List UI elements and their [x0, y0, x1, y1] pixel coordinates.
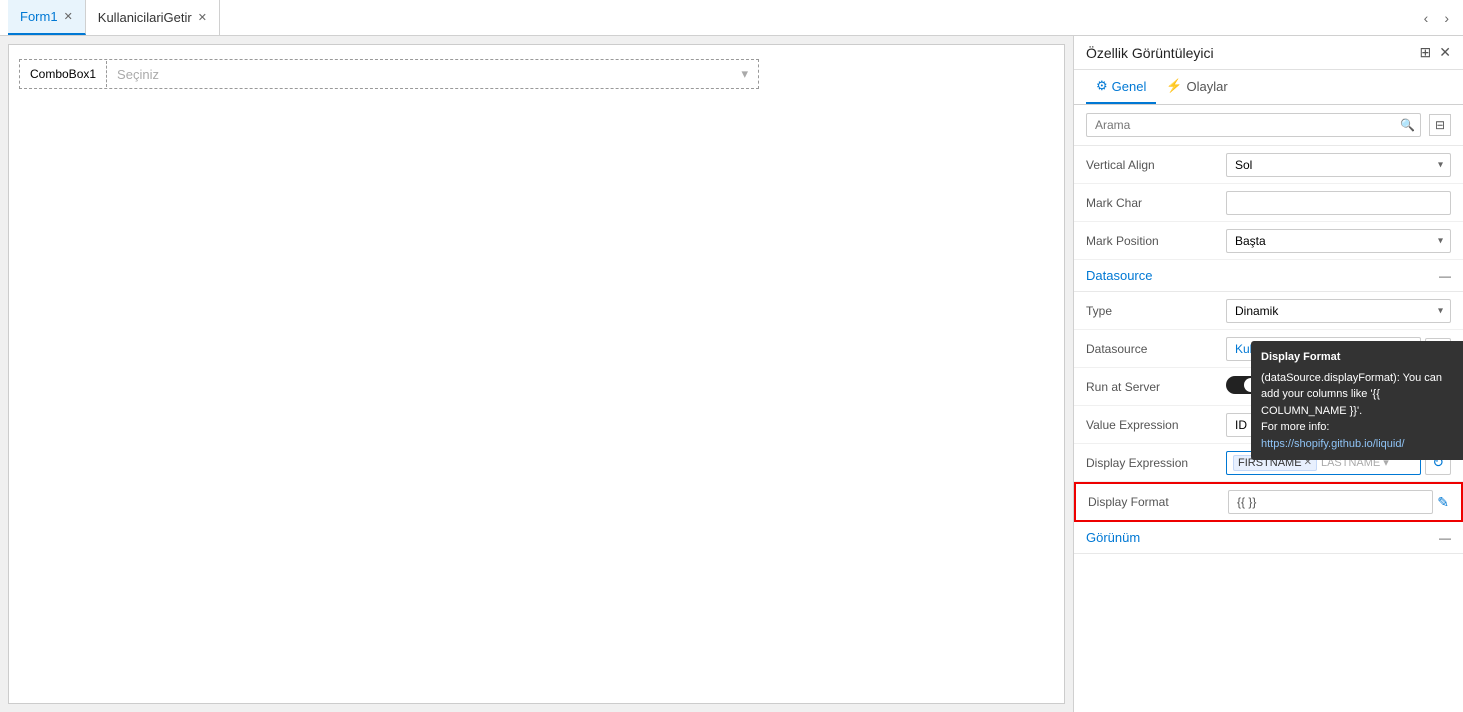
datasource-section-title: Datasource [1086, 268, 1152, 283]
tab-olaylar-label: Olaylar [1187, 79, 1228, 94]
mark-position-select[interactable]: Başta Sonda [1226, 229, 1451, 253]
olaylar-icon: ⚡ [1166, 78, 1182, 94]
display-format-row: Display Format {{ }} ✎ Display Format (d… [1074, 482, 1463, 522]
tab-genel[interactable]: ⚙ Genel [1086, 70, 1156, 104]
display-format-edit-button[interactable]: ✎ [1437, 494, 1449, 511]
mark-char-input[interactable] [1226, 191, 1451, 215]
tooltip-link: https://shopify.github.io/liquid/ [1261, 436, 1461, 453]
genel-icon: ⚙ [1096, 78, 1108, 94]
props-header-icons: ⊞ ✕ [1420, 44, 1451, 61]
layout-toggle-button[interactable]: ⊟ [1429, 114, 1451, 136]
prop-label-display-format: Display Format [1088, 495, 1228, 509]
display-format-value[interactable]: {{ }} [1228, 490, 1433, 514]
props-panel: Özellik Görüntüleyici ⊞ ✕ ⚙ Genel ⚡ Olay… [1073, 36, 1463, 712]
combobox-placeholder: Seçiniz [117, 67, 159, 82]
prop-label-value-expression: Value Expression [1086, 418, 1226, 432]
props-content: Vertical Align Sol Orta Sağ ▾ Mark Char [1074, 146, 1463, 712]
tab-kullanicilar[interactable]: KullanicilariGetir ✕ [86, 0, 220, 35]
props-tabs: ⚙ Genel ⚡ Olaylar [1074, 70, 1463, 105]
prop-label-display-expression: Display Expression [1086, 456, 1226, 470]
combobox-arrow-icon: ▾ [741, 66, 748, 82]
prop-label-vertical-align: Vertical Align [1086, 158, 1226, 172]
close-icon[interactable]: ✕ [1439, 44, 1451, 61]
tab-kullanicilar-label: KullanicilariGetir [98, 10, 192, 25]
prop-row-mark-char: Mark Char [1074, 184, 1463, 222]
canvas-inner: ComboBox1 Seçiniz ▾ [9, 45, 1064, 99]
prop-row-vertical-align: Vertical Align Sol Orta Sağ ▾ [1074, 146, 1463, 184]
tab-form1[interactable]: Form1 ✕ [8, 0, 86, 35]
tab-olaylar[interactable]: ⚡ Olaylar [1156, 70, 1237, 104]
combobox-input[interactable]: Seçiniz ▾ [107, 60, 758, 88]
search-icon: 🔍 [1400, 118, 1415, 132]
vertical-align-wrapper: Sol Orta Sağ ▾ [1226, 153, 1451, 177]
prop-label-mark-char: Mark Char [1086, 196, 1226, 210]
search-row: 🔍 ⊟ [1074, 105, 1463, 146]
tab-form1-label: Form1 [20, 9, 58, 24]
prop-label-mark-position: Mark Position [1086, 234, 1226, 248]
tab-bar: Form1 ✕ KullanicilariGetir ✕ ‹ › [0, 0, 1463, 36]
props-panel-header: Özellik Görüntüleyici ⊞ ✕ [1074, 36, 1463, 70]
prop-label-run-at-server: Run at Server [1086, 380, 1226, 394]
tab-genel-label: Genel [1112, 79, 1147, 94]
search-input[interactable] [1086, 113, 1421, 137]
tooltip-title: Display Format [1261, 349, 1461, 366]
canvas-area[interactable]: ComboBox1 Seçiniz ▾ [8, 44, 1065, 704]
type-select[interactable]: Dinamik Statik [1226, 299, 1451, 323]
datasource-section-header: Datasource — [1074, 260, 1463, 292]
tooltip-body: (dataSource.displayFormat): You can add … [1261, 370, 1461, 420]
prop-label-datasource: Datasource [1086, 342, 1226, 356]
mark-position-wrapper: Başta Sonda ▾ [1226, 229, 1451, 253]
gorunum-section-title: Görünüm [1086, 530, 1140, 545]
tab-nav-prev[interactable]: ‹ [1418, 6, 1435, 30]
search-row-inner: 🔍 [1086, 113, 1421, 137]
mark-char-value [1226, 191, 1451, 215]
props-panel-title: Özellik Görüntüleyici [1086, 45, 1214, 61]
tab-form1-close[interactable]: ✕ [64, 10, 73, 23]
type-wrapper: Dinamik Statik ▾ [1226, 299, 1451, 323]
prop-row-type: Type Dinamik Statik ▾ [1074, 292, 1463, 330]
prop-row-mark-position: Mark Position Başta Sonda ▾ [1074, 222, 1463, 260]
display-format-text: {{ }} [1237, 495, 1256, 509]
combobox-row[interactable]: ComboBox1 Seçiniz ▾ [19, 59, 759, 89]
main-area: ComboBox1 Seçiniz ▾ Özellik Görüntüleyic… [0, 36, 1463, 712]
tab-nav-right: ‹ › [1418, 6, 1455, 30]
combobox-label: ComboBox1 [20, 61, 107, 87]
prop-label-type: Type [1086, 304, 1226, 318]
gorunum-section-header: Görünüm — [1074, 522, 1463, 554]
tooltip-more-info: For more info: [1261, 419, 1461, 436]
tab-nav-next[interactable]: › [1438, 6, 1455, 30]
pin-icon[interactable]: ⊞ [1420, 44, 1432, 61]
gorunum-collapse-icon[interactable]: — [1439, 531, 1451, 545]
section-collapse-icon[interactable]: — [1439, 269, 1451, 283]
tab-kullanicilar-close[interactable]: ✕ [198, 11, 207, 24]
vertical-align-select[interactable]: Sol Orta Sağ [1226, 153, 1451, 177]
display-format-tooltip: Display Format (dataSource.displayFormat… [1251, 341, 1463, 460]
